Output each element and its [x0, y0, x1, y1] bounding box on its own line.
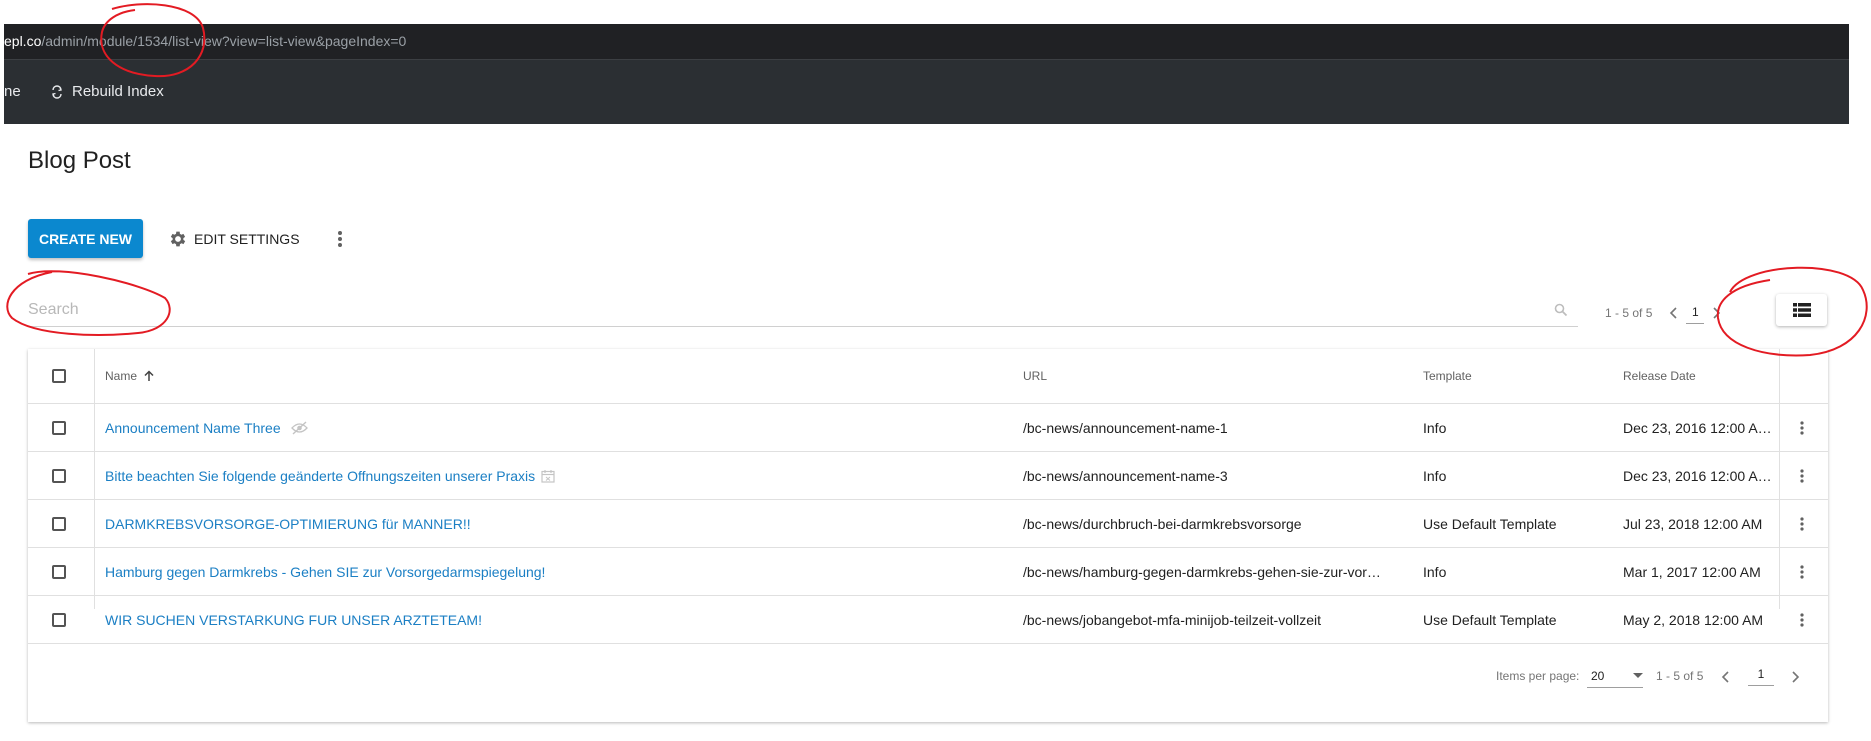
- chevron-right-icon[interactable]: [1783, 665, 1807, 689]
- row-actions-cell: [1798, 500, 1806, 547]
- url-cell: /bc-news/announcement-name-1: [1023, 419, 1228, 436]
- column-header-template[interactable]: Template: [1423, 349, 1472, 403]
- table-row[interactable]: DARMKREBSVORSORGE-OPTIMIERUNG für MANNER…: [28, 500, 1828, 548]
- list-view-icon: [1792, 303, 1811, 317]
- search-input[interactable]: [28, 295, 1528, 325]
- more-vert-icon[interactable]: [1798, 420, 1806, 436]
- arrow-up-icon: [144, 370, 154, 381]
- more-vert-icon[interactable]: [1798, 516, 1806, 532]
- more-vert-icon[interactable]: [331, 227, 349, 251]
- row-select-cell: [52, 500, 66, 547]
- column-header-name-label: Name: [105, 369, 138, 383]
- row-actions-cell: [1798, 548, 1806, 595]
- more-vert-icon[interactable]: [1798, 468, 1806, 484]
- row-checkbox[interactable]: [52, 564, 66, 579]
- dropdown-arrow-icon: [1633, 673, 1643, 678]
- more-vert-icon[interactable]: [1798, 564, 1806, 580]
- table-header-row: Name URL Template Release Date: [28, 349, 1828, 404]
- release-date-cell: Dec 23, 2016 12:00 A…: [1623, 467, 1772, 484]
- row-actions-cell: [1798, 404, 1806, 451]
- row-checkbox[interactable]: [52, 516, 66, 531]
- refresh-icon: [52, 85, 62, 99]
- row-name-link[interactable]: Hamburg gegen Darmkrebs - Gehen SIE zur …: [105, 564, 545, 580]
- url-cell: /bc-news/durchbruch-bei-darmkrebsvorsorg…: [1023, 515, 1302, 532]
- url-path: /admin/module/1534/list-view?view=list-v…: [41, 33, 407, 49]
- pager-top-page-input[interactable]: 1: [1686, 303, 1705, 324]
- items-per-page-select[interactable]: 20: [1587, 665, 1643, 688]
- select-all-cell: [52, 349, 66, 403]
- row-select-cell: [52, 548, 66, 595]
- browser-address-bar[interactable]: epl.co/admin/module/1534/list-view?view=…: [4, 24, 1849, 60]
- appbar-truncated-item[interactable]: ne: [4, 60, 21, 124]
- release-date-cell: Dec 23, 2016 12:00 A…: [1623, 419, 1772, 436]
- template-cell: Info: [1423, 467, 1447, 484]
- name-cell: DARMKREBSVORSORGE-OPTIMIERUNG für MANNER…: [105, 500, 471, 547]
- table-footer-paginator: Items per page: 20 1 - 5 of 5 1: [28, 609, 1828, 721]
- app-toolbar: ne Rebuild Index: [4, 60, 1849, 124]
- create-new-button[interactable]: CREATE NEW: [28, 219, 143, 258]
- select-all-checkbox[interactable]: [52, 369, 66, 383]
- chevron-left-icon[interactable]: [1662, 301, 1686, 325]
- row-name-link[interactable]: DARMKREBSVORSORGE-OPTIMIERUNG für MANNER…: [105, 516, 471, 532]
- window-top-strip: [0, 0, 1871, 24]
- row-name-link[interactable]: Bitte beachten Sie folgende geänderte Of…: [105, 468, 535, 484]
- row-checkbox[interactable]: [52, 420, 66, 435]
- edit-settings-label: EDIT SETTINGS: [194, 231, 300, 247]
- pager-top-range: 1 - 5 of 5: [1605, 306, 1653, 320]
- rebuild-index-label: Rebuild Index: [72, 83, 164, 100]
- row-checkbox[interactable]: [52, 468, 66, 483]
- hidden-eye-icon: [290, 420, 308, 435]
- name-cell: Hamburg gegen Darmkrebs - Gehen SIE zur …: [105, 548, 545, 595]
- page-title: Blog Post: [28, 147, 131, 174]
- chevron-left-icon[interactable]: [1714, 665, 1738, 689]
- search-icon[interactable]: [1554, 303, 1568, 317]
- release-date-cell: Jul 23, 2018 12:00 AM: [1623, 515, 1763, 532]
- table-row[interactable]: Hamburg gegen Darmkrebs - Gehen SIE zur …: [28, 548, 1828, 596]
- table-row[interactable]: Bitte beachten Sie folgende geänderte Of…: [28, 452, 1828, 500]
- template-cell: Use Default Template: [1423, 515, 1557, 532]
- release-date-cell: Mar 1, 2017 12:00 AM: [1623, 563, 1761, 580]
- items-per-page-value: 20: [1591, 669, 1605, 683]
- name-cell: Announcement Name Three: [105, 404, 308, 451]
- url-cell: /bc-news/hamburg-gegen-darmkrebs-gehen-s…: [1023, 563, 1381, 580]
- chevron-right-icon[interactable]: [1704, 301, 1728, 325]
- template-cell: Info: [1423, 419, 1447, 436]
- column-header-release-date[interactable]: Release Date: [1623, 349, 1696, 403]
- blog-post-table: Name URL Template Release Date Announcem…: [28, 349, 1828, 722]
- row-select-cell: [52, 404, 66, 451]
- name-cell: Bitte beachten Sie folgende geänderte Of…: [105, 452, 555, 499]
- footer-range-label: 1 - 5 of 5: [1656, 669, 1704, 683]
- list-view-toggle-button[interactable]: [1776, 294, 1827, 326]
- footer-page-input[interactable]: 1: [1748, 665, 1774, 686]
- url-host: epl.co: [4, 33, 42, 49]
- column-header-url[interactable]: URL: [1023, 349, 1047, 403]
- row-name-link[interactable]: Announcement Name Three: [105, 420, 281, 436]
- url-cell: /bc-news/announcement-name-3: [1023, 467, 1228, 484]
- gear-icon: [170, 231, 186, 247]
- search-box: [28, 295, 1578, 327]
- column-header-name[interactable]: Name: [105, 349, 155, 403]
- table-row[interactable]: Announcement Name Three /bc-news/announc…: [28, 404, 1828, 452]
- calendar-icon: [541, 469, 555, 483]
- rebuild-index-button[interactable]: Rebuild Index: [50, 60, 164, 124]
- template-cell: Info: [1423, 563, 1447, 580]
- row-actions-cell: [1798, 452, 1806, 499]
- items-per-page-label: Items per page:: [1496, 669, 1580, 683]
- edit-settings-button[interactable]: EDIT SETTINGS: [168, 224, 300, 254]
- pager-top: 1 - 5 of 5 1: [1605, 300, 1728, 326]
- row-select-cell: [52, 452, 66, 499]
